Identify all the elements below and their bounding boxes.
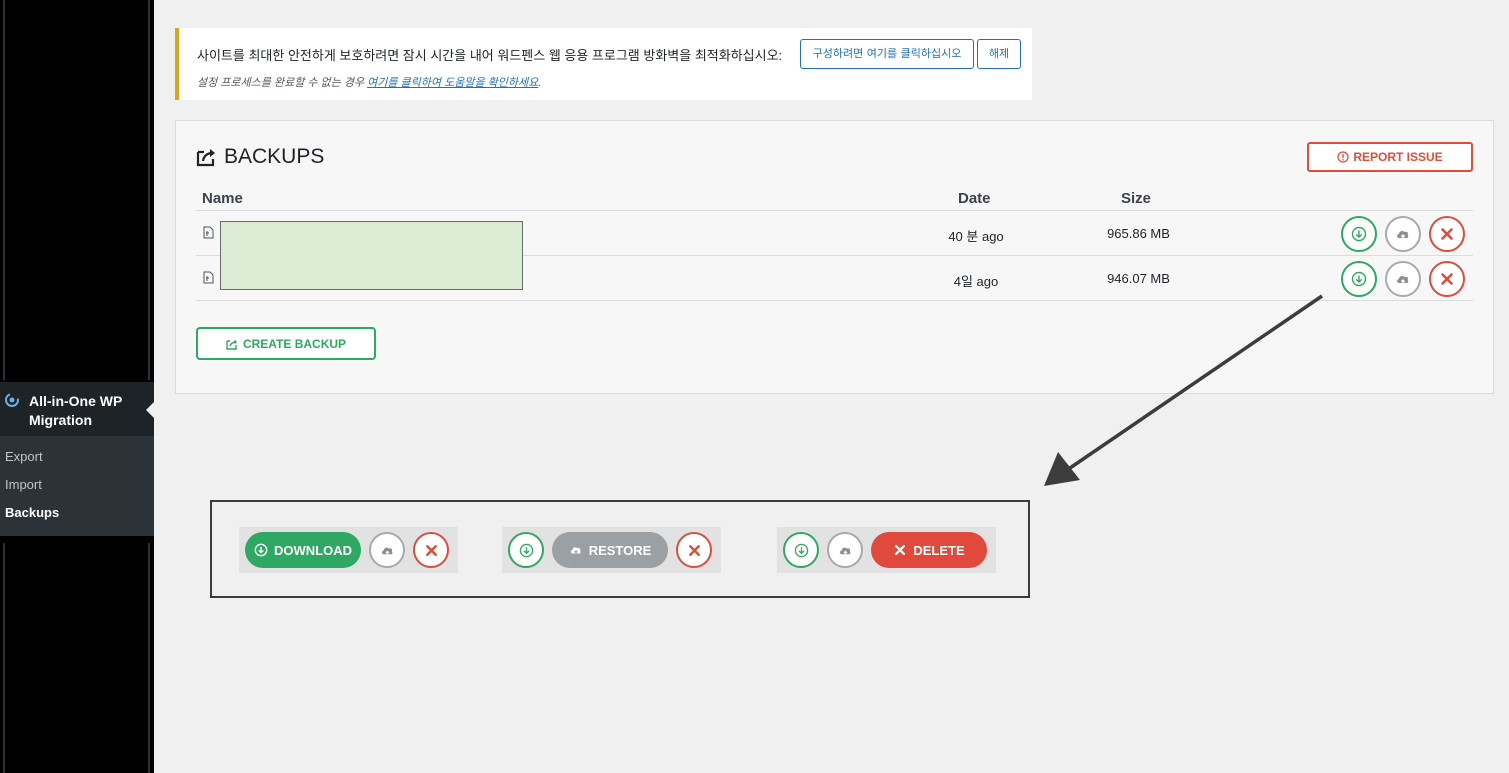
backup-date: 40 분 ago bbox=[948, 229, 1004, 244]
download-button[interactable] bbox=[1341, 261, 1377, 297]
page-title-text: BACKUPS bbox=[224, 145, 325, 168]
backup-date: 4일 ago bbox=[953, 274, 999, 289]
download-button[interactable] bbox=[508, 532, 544, 568]
table-header: Name Date Size bbox=[196, 187, 1473, 211]
close-icon bbox=[895, 544, 906, 556]
migration-logo-icon bbox=[5, 393, 19, 407]
notice-help-suffix: . bbox=[538, 77, 542, 89]
configure-button[interactable]: 구성하려면 여기를 클릭하십시오 bbox=[800, 39, 974, 69]
close-icon bbox=[1441, 228, 1453, 240]
report-issue-button[interactable]: REPORT ISSUE bbox=[1307, 142, 1473, 172]
delete-button[interactable] bbox=[413, 532, 449, 568]
delete-pill-button[interactable]: DELETE bbox=[871, 532, 987, 568]
close-icon bbox=[1441, 273, 1453, 285]
active-menu-pointer bbox=[146, 402, 154, 418]
export-icon bbox=[196, 149, 215, 167]
page-title: BACKUPS bbox=[196, 145, 324, 169]
column-size: Size bbox=[1121, 190, 1152, 207]
sidebar-item-export[interactable]: Export bbox=[0, 448, 154, 476]
restore-pill-button[interactable]: RESTORE bbox=[552, 532, 668, 568]
file-icon bbox=[203, 226, 214, 239]
sidebar-item-label: All-in-One WP Migration bbox=[29, 393, 123, 428]
sidebar-redacted-top bbox=[3, 0, 150, 380]
restore-pill-label: RESTORE bbox=[588, 542, 652, 558]
notice-help-link[interactable]: 여기를 클릭하여 도움말을 확인하세요 bbox=[367, 77, 538, 89]
notice-text: 사이트를 최대한 안전하게 보호하려면 잠시 시간을 내어 워드펜스 웹 응용 … bbox=[197, 48, 783, 63]
create-backup-button[interactable]: CREATE BACKUP bbox=[196, 327, 376, 360]
sidebar-redacted-bottom bbox=[3, 543, 150, 773]
cloud-upload-icon bbox=[839, 547, 850, 556]
download-icon bbox=[519, 543, 533, 557]
cloud-upload-icon bbox=[1397, 275, 1409, 285]
close-icon bbox=[425, 544, 437, 556]
delete-pill-label: DELETE bbox=[913, 542, 965, 558]
download-icon bbox=[1351, 226, 1367, 242]
download-button[interactable] bbox=[1341, 216, 1377, 252]
restore-button[interactable] bbox=[827, 532, 863, 568]
column-name: Name bbox=[202, 190, 243, 207]
delete-state-example: DELETE bbox=[777, 527, 996, 573]
backup-size: 946.07 MB bbox=[1107, 271, 1170, 286]
export-icon bbox=[226, 339, 237, 350]
sidebar-item-all-in-one-wp-migration[interactable]: All-in-One WP Migration bbox=[0, 382, 154, 436]
sidebar-item-import[interactable]: Import bbox=[0, 476, 154, 504]
report-issue-label: REPORT ISSUE bbox=[1353, 150, 1443, 164]
close-icon bbox=[688, 544, 700, 556]
download-icon bbox=[794, 543, 808, 557]
delete-button[interactable] bbox=[1429, 261, 1465, 297]
admin-sidebar: All-in-One WP Migration Export Import Ba… bbox=[0, 0, 154, 773]
sidebar-item-backups[interactable]: Backups bbox=[0, 504, 154, 532]
button-illustration: DOWNLOAD RESTORE DELETE bbox=[210, 500, 1030, 598]
cloud-upload-icon bbox=[381, 547, 392, 556]
cloud-upload-icon bbox=[1397, 230, 1409, 240]
create-backup-label: CREATE BACKUP bbox=[242, 336, 347, 351]
download-pill-button[interactable]: DOWNLOAD bbox=[245, 532, 361, 568]
delete-button[interactable] bbox=[1429, 216, 1465, 252]
restore-state-example: RESTORE bbox=[502, 527, 721, 573]
notice-help-prefix: 설정 프로세스를 완료할 수 없는 경우 bbox=[197, 77, 368, 89]
column-date: Date bbox=[958, 190, 991, 207]
download-icon bbox=[254, 543, 268, 557]
notice-help: 설정 프로세스를 완료할 수 없는 경우 여기를 클릭하여 도움말을 확인하세요… bbox=[197, 74, 541, 90]
backup-size: 965.86 MB bbox=[1107, 226, 1170, 241]
download-button[interactable] bbox=[783, 532, 819, 568]
firewall-notice: 사이트를 최대한 안전하게 보호하려면 잠시 시간을 내어 워드펜스 웹 응용 … bbox=[175, 28, 1032, 100]
warning-icon bbox=[1337, 151, 1349, 163]
redacted-filenames bbox=[220, 221, 523, 290]
restore-button[interactable] bbox=[1385, 216, 1421, 252]
dismiss-button[interactable]: 해제 bbox=[977, 39, 1021, 69]
cloud-upload-icon bbox=[570, 547, 581, 555]
restore-button[interactable] bbox=[369, 532, 405, 568]
delete-button[interactable] bbox=[676, 532, 712, 568]
file-icon bbox=[203, 271, 214, 284]
download-icon bbox=[1351, 271, 1367, 287]
sidebar-submenu: Export Import Backups bbox=[0, 436, 154, 536]
download-pill-label: DOWNLOAD bbox=[274, 542, 352, 558]
download-state-example: DOWNLOAD bbox=[239, 527, 458, 573]
restore-button[interactable] bbox=[1385, 261, 1421, 297]
